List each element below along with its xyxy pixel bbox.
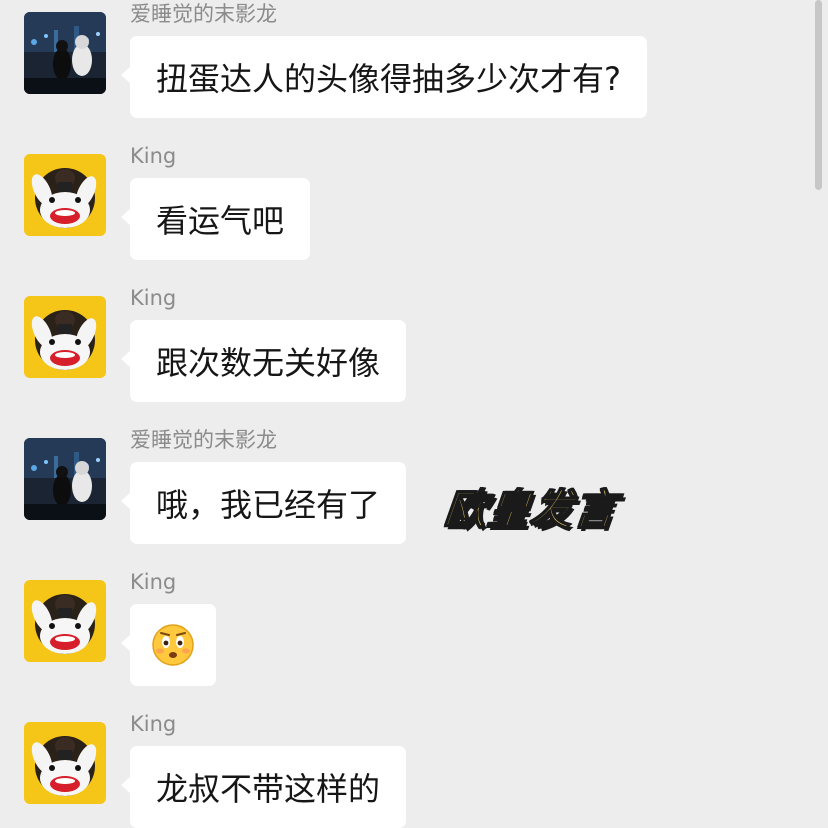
- squinting-emoji-icon: [152, 624, 194, 666]
- cartoon-rabbit-avatar[interactable]: [24, 580, 106, 662]
- message-bubble[interactable]: 跟次数无关好像: [120, 320, 407, 402]
- sender-name: King: [130, 570, 177, 594]
- cartoon-rabbit-avatar[interactable]: [24, 296, 106, 378]
- cartoon-rabbit-avatar[interactable]: [24, 154, 106, 236]
- sticker-caption: 欧皇发言: [441, 484, 620, 535]
- message-bubble[interactable]: 扭蛋达人的头像得抽多少次才有?: [121, 36, 647, 118]
- emoji-message-bubble[interactable]: [121, 604, 216, 686]
- sender-name: King: [130, 286, 177, 310]
- night-city-avatar[interactable]: [24, 438, 106, 520]
- night-city-avatar[interactable]: [24, 12, 106, 94]
- sender-name: King: [130, 144, 177, 168]
- chat-window: 爱睡觉的末影龙 扭蛋达人的头像得抽多少次才有? King 看运气吧 King 跟…: [0, 0, 828, 828]
- sender-name: 爱睡觉的末影龙: [130, 2, 277, 26]
- message-bubble[interactable]: 哦，我已经有了: [120, 462, 407, 544]
- cartoon-rabbit-avatar[interactable]: [24, 722, 106, 804]
- message-bubble[interactable]: 龙叔不带这样的: [120, 746, 407, 828]
- message-bubble[interactable]: 看运气吧: [120, 178, 311, 260]
- sender-name: King: [130, 712, 177, 736]
- scrollbar[interactable]: [815, 0, 822, 190]
- sender-name: 爱睡觉的末影龙: [130, 428, 277, 452]
